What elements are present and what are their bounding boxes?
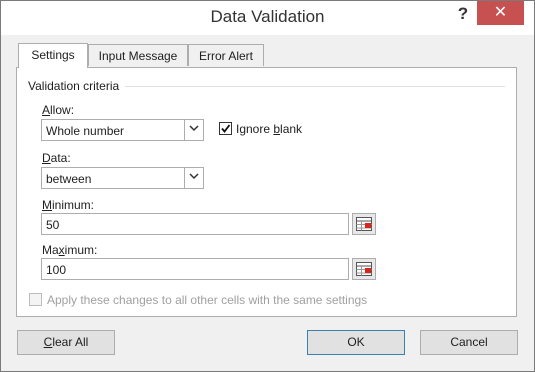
- maximum-value: 100: [46, 263, 67, 277]
- clear-all-button[interactable]: Clear All: [17, 330, 115, 355]
- allow-value: Whole number: [46, 124, 125, 138]
- allow-dropdown[interactable]: Whole number: [41, 119, 204, 141]
- allow-label: Allow:: [42, 103, 75, 117]
- title-bar: Data Validation ? ✕: [1, 1, 534, 35]
- apply-all-checkbox[interactable]: [29, 293, 42, 306]
- apply-all-label: Apply these changes to all other cells w…: [47, 293, 368, 307]
- checkmark-icon: [221, 124, 231, 133]
- data-dropdown[interactable]: between: [41, 167, 204, 189]
- chevron-down-icon[interactable]: [184, 168, 203, 188]
- tab-input-message[interactable]: Input Message: [88, 44, 188, 66]
- tab-error-alert[interactable]: Error Alert: [188, 44, 264, 66]
- chevron-down-icon[interactable]: [184, 120, 203, 140]
- collapse-dialog-icon: [356, 217, 372, 231]
- data-value: between: [46, 172, 92, 186]
- minimum-value: 50: [46, 218, 60, 232]
- collapse-dialog-icon: [356, 262, 372, 276]
- maximum-input[interactable]: 100: [41, 258, 349, 280]
- ok-button[interactable]: OK: [307, 330, 405, 355]
- cancel-button[interactable]: Cancel: [420, 330, 518, 355]
- minimum-input[interactable]: 50: [41, 213, 349, 235]
- ignore-blank-checkbox[interactable]: [219, 122, 232, 135]
- data-label: Data:: [42, 151, 71, 165]
- help-button[interactable]: ?: [452, 3, 474, 25]
- validation-criteria-label: Validation criteria: [28, 79, 120, 93]
- minimum-label: Minimum:: [42, 198, 95, 212]
- maximum-range-selector-button[interactable]: [352, 258, 376, 280]
- maximum-label: Maximum:: [42, 243, 98, 257]
- minimum-range-selector-button[interactable]: [352, 213, 376, 235]
- ignore-blank-label[interactable]: Ignore blank: [236, 122, 302, 136]
- close-button[interactable]: ✕: [477, 1, 524, 25]
- tab-settings[interactable]: Settings: [18, 43, 88, 68]
- group-divider: [125, 86, 505, 87]
